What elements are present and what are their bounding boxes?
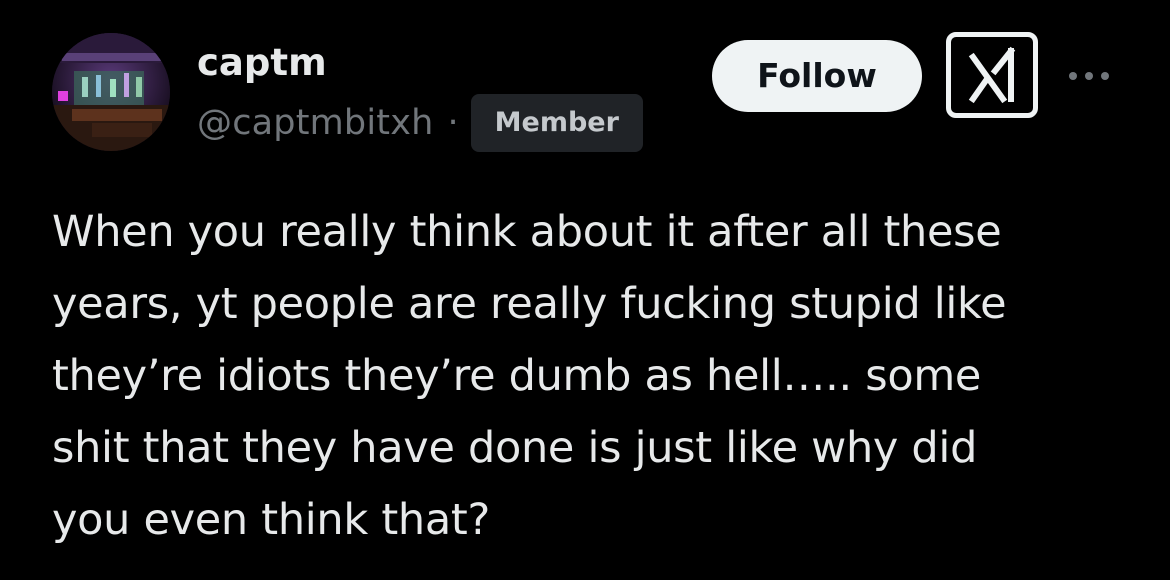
separator-dot: · (447, 103, 459, 143)
grok-button[interactable] (946, 32, 1038, 118)
grok-icon (968, 46, 1016, 104)
post-text-line: they’re idiots they’re dumb as hell….. s… (52, 351, 982, 401)
follow-button[interactable]: Follow (712, 40, 922, 112)
post-text-line: When you really think about it after all… (52, 207, 1002, 257)
avatar-image (52, 33, 170, 151)
author-display-name[interactable]: captm (197, 38, 327, 88)
tweet-card: captm @captmbitxh · Member Follow When y… (0, 0, 1170, 580)
more-options-button[interactable] (1064, 58, 1114, 94)
member-badge[interactable]: Member (470, 94, 643, 152)
post-text: When you really think about it after all… (52, 196, 1132, 556)
author-handle[interactable]: @captmbitxh (197, 103, 434, 143)
post-text-line: you even think that? (52, 495, 490, 545)
post-text-line: years, yt people are really fucking stup… (52, 279, 1007, 329)
more-icon (1069, 72, 1109, 80)
avatar[interactable] (52, 33, 170, 151)
author-meta-row: @captmbitxh · Member (197, 94, 643, 152)
post-text-line: shit that they have done is just like wh… (52, 423, 978, 473)
